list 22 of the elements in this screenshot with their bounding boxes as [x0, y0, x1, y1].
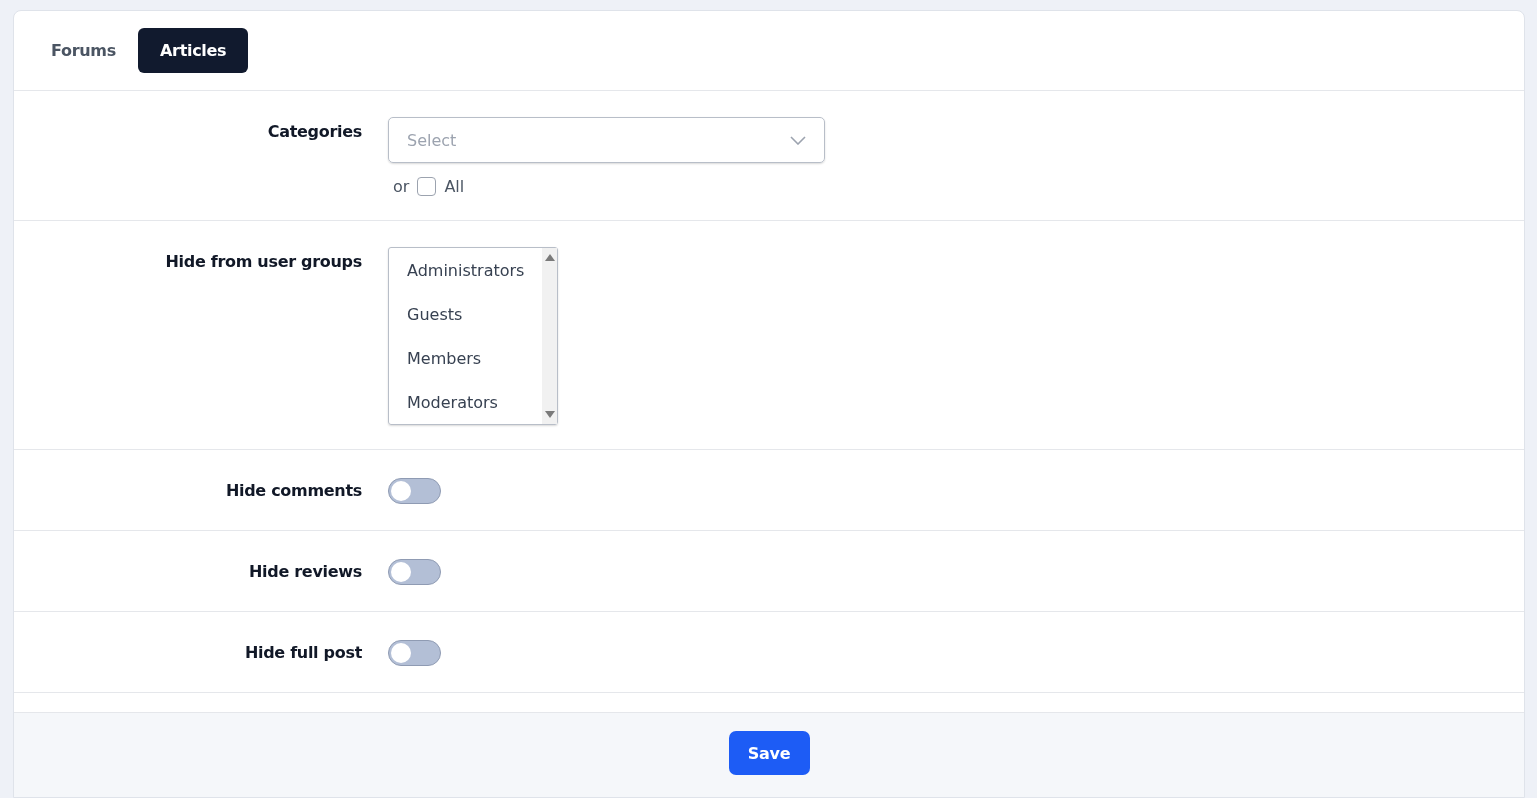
scroll-up-icon[interactable] [543, 253, 556, 262]
save-button[interactable]: Save [728, 731, 810, 775]
field-label: Hide from user groups [164, 251, 362, 273]
user-group-listbox[interactable]: Administrators Guests Members Moderators [388, 247, 558, 425]
list-option[interactable]: Guests [389, 298, 543, 342]
tab[interactable]: Forums [35, 28, 132, 73]
field-label: Hide comments [224, 480, 362, 502]
tab[interactable]: Articles [137, 28, 249, 73]
toggle-switch[interactable] [388, 559, 441, 585]
scroll-down-icon[interactable] [543, 410, 556, 419]
field-label: Hide reviews [248, 561, 362, 583]
all-checkbox[interactable] [417, 177, 437, 196]
or-text: or [393, 177, 410, 196]
list-option[interactable]: Members [389, 342, 543, 386]
toggle-switch[interactable] [388, 478, 441, 504]
field-label: Categories [266, 121, 362, 143]
select-placeholder: Select [407, 130, 457, 150]
checkbox-label: All [444, 177, 465, 196]
field-label: Hide full post [243, 642, 362, 664]
list-option[interactable]: Administrators [389, 254, 543, 298]
chevron-down-icon [790, 135, 806, 145]
toggle-switch[interactable] [388, 640, 441, 666]
